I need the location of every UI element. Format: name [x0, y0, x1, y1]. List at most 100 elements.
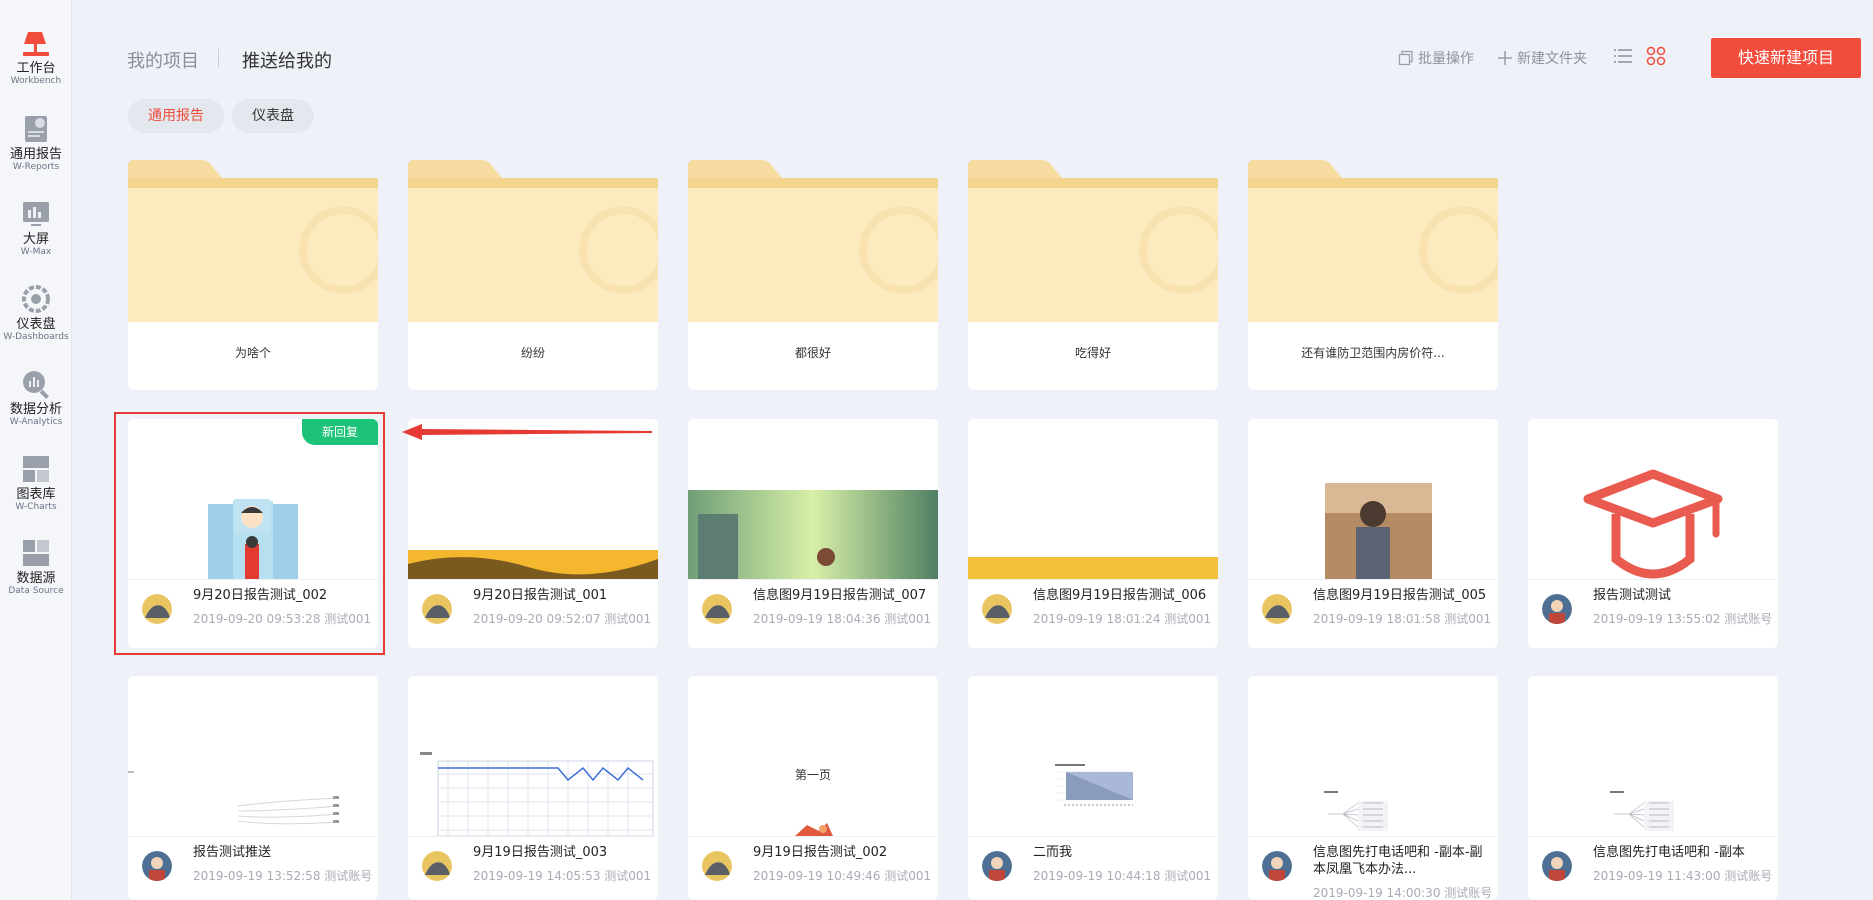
- project-card[interactable]: 二而我 2019-09-19 10:44:18 测试001: [968, 676, 1218, 900]
- sidebar-item-big-screen[interactable]: 大屏 W-Max: [0, 197, 72, 258]
- batch-operation-button[interactable]: 批量操作: [1398, 48, 1474, 68]
- folder-icon: [688, 160, 938, 322]
- plus-icon: [1498, 51, 1512, 65]
- card-title: 二而我: [1033, 845, 1073, 860]
- project-card[interactable]: 信息图9月19日报告测试_007 2019-09-19 18:04:36 测试0…: [688, 419, 938, 648]
- card-thumbnail: [408, 676, 658, 836]
- card-footer: 9月20日报告测试_001 2019-09-20 09:52:07 测试001: [408, 579, 658, 626]
- card-thumbnail: [1528, 676, 1778, 836]
- sidebar-item-sub: W-Max: [20, 247, 52, 257]
- grid-view-icon[interactable]: [1646, 46, 1666, 66]
- project-card[interactable]: 信息图先打电话吧和 -副本 2019-09-19 11:43:00 测试账号: [1528, 676, 1778, 900]
- card-footer: 报告测试推送 2019-09-19 13:52:58 测试账号: [128, 836, 378, 883]
- card-title: 9月19日报告测试_003: [473, 845, 608, 860]
- card-meta: 2019-09-19 18:04:36 测试001: [753, 612, 932, 626]
- card-footer: 信息图9月19日报告测试_007 2019-09-19 18:04:36 测试0…: [688, 579, 938, 626]
- card-footer: 信息图先打电话吧和 -副本 2019-09-19 11:43:00 测试账号: [1528, 836, 1778, 883]
- card-meta: 2019-09-20 09:53:28 测试001: [193, 612, 372, 626]
- sidebar-item-label: 工作台: [16, 61, 56, 76]
- folder-card[interactable]: 为啥个: [128, 160, 378, 390]
- sidebar-item-data-source[interactable]: 数据源 Data Source: [0, 536, 72, 597]
- card-title: 信息图9月19日报告测试_005: [1313, 588, 1487, 603]
- list-view-icon[interactable]: [1613, 46, 1633, 66]
- sidebar-item-sub: Data Source: [8, 586, 64, 596]
- folder-card[interactable]: 纷纷: [408, 160, 658, 390]
- avatar: [1262, 851, 1292, 881]
- new-folder-label: 新建文件夹: [1517, 51, 1587, 67]
- new-reply-badge: 新回复: [302, 419, 378, 445]
- project-card[interactable]: 报告测试推送 2019-09-19 13:52:58 测试账号: [128, 676, 378, 900]
- folder-name: 纷纷: [408, 322, 658, 390]
- card-title: 9月20日报告测试_002: [193, 588, 328, 603]
- card-footer: 9月19日报告测试_003 2019-09-19 14:05:53 测试001: [408, 836, 658, 883]
- filter-dashboards[interactable]: 仪表盘: [232, 99, 314, 133]
- thumbnail-page-label: 第一页: [794, 768, 831, 782]
- sidebar-item-charts[interactable]: 图表库 W-Charts: [0, 452, 72, 513]
- folder-name: 吃得好: [968, 322, 1218, 390]
- project-card[interactable]: 信息图先打电话吧和 -副本-副本凤凰飞本办法... 2019-09-19 14:…: [1248, 676, 1498, 900]
- project-card[interactable]: 9月20日报告测试_001 2019-09-20 09:52:07 测试001: [408, 419, 658, 648]
- card-footer: 9月19日报告测试_002 2019-09-19 10:49:46 测试001: [688, 836, 938, 883]
- card-meta: 2019-09-19 10:44:18 测试001: [1033, 869, 1212, 883]
- card-thumbnail: [1248, 419, 1498, 579]
- quick-new-project-button[interactable]: 快速新建项目: [1711, 38, 1861, 78]
- folder-card[interactable]: 都很好: [688, 160, 938, 390]
- tab-divider: [218, 49, 219, 67]
- avatar: [1542, 851, 1572, 881]
- card-title: 信息图先打电话吧和 -副本-副本凤凰飞本办法...: [1313, 845, 1483, 877]
- sidebar: 工作台 Workbench 通用报告 W-Reports 大屏 W-Max 仪表…: [0, 0, 72, 900]
- avatar: [982, 851, 1012, 881]
- sidebar-item-analytics[interactable]: 数据分析 W-Analytics: [0, 367, 72, 428]
- project-card[interactable]: 新回复 9月20日报告测试_002 2019-09-20 09:53:28 测试…: [128, 419, 378, 648]
- sidebar-item-label: 大屏: [22, 232, 49, 247]
- sidebar-item-dashboards[interactable]: 仪表盘 W-Dashboards: [0, 282, 72, 343]
- filter-reports[interactable]: 通用报告: [128, 99, 224, 133]
- dashboard-icon: [22, 285, 50, 313]
- report-icon: [25, 116, 47, 142]
- card-thumbnail: 第一页: [688, 676, 938, 836]
- sidebar-item-reports[interactable]: 通用报告 W-Reports: [0, 112, 72, 173]
- card-footer: 信息图9月19日报告测试_006 2019-09-19 18:01:24 测试0…: [968, 579, 1218, 626]
- folder-card[interactable]: 吃得好: [968, 160, 1218, 390]
- project-card[interactable]: 信息图9月19日报告测试_006 2019-09-19 18:01:24 测试0…: [968, 419, 1218, 648]
- project-card[interactable]: 报告测试测试 2019-09-19 13:55:02 测试账号: [1528, 419, 1778, 648]
- card-meta: 2019-09-19 14:05:53 测试001: [473, 869, 652, 883]
- avatar: [702, 594, 732, 624]
- annotation-arrow-icon: [402, 424, 652, 440]
- sidebar-item-sub: W-Reports: [12, 162, 60, 172]
- sidebar-item-label: 仪表盘: [16, 317, 56, 332]
- tab-pushed-to-me[interactable]: 推送给我的: [242, 47, 332, 73]
- project-card[interactable]: 信息图9月19日报告测试_005 2019-09-19 18:01:58 测试0…: [1248, 419, 1498, 648]
- tab-my-projects[interactable]: 我的项目: [127, 47, 199, 73]
- sidebar-item-label: 数据分析: [9, 402, 62, 417]
- card-footer: 信息图先打电话吧和 -副本-副本凤凰飞本办法... 2019-09-19 14:…: [1248, 836, 1498, 900]
- analytics-icon: [23, 371, 49, 399]
- avatar: [1262, 594, 1292, 624]
- folder-icon: [128, 160, 378, 322]
- project-card[interactable]: 9月19日报告测试_003 2019-09-19 14:05:53 测试001: [408, 676, 658, 900]
- thumbnail-illustration: [795, 823, 833, 836]
- card-footer: 二而我 2019-09-19 10:44:18 测试001: [968, 836, 1218, 883]
- workbench-icon: [23, 32, 49, 56]
- card-title: 信息图9月19日报告测试_007: [753, 588, 927, 603]
- card-title: 信息图先打电话吧和 -副本: [1593, 845, 1745, 860]
- card-title: 9月20日报告测试_001: [473, 588, 608, 603]
- card-thumbnail: [688, 419, 938, 579]
- card-thumbnail: [968, 419, 1218, 579]
- avatar: [1542, 594, 1572, 624]
- sidebar-item-sub: W-Charts: [15, 502, 57, 512]
- big-screen-icon: [23, 202, 49, 226]
- card-title: 报告测试推送: [193, 845, 272, 860]
- sidebar-item-workbench[interactable]: 工作台 Workbench: [0, 26, 72, 87]
- sidebar-item-sub: W-Dashboards: [3, 332, 69, 342]
- sidebar-item-label: 数据源: [16, 571, 56, 586]
- project-card[interactable]: 第一页 9月19日报告测试_002 2019-09-19 10:49:46 测试…: [688, 676, 938, 900]
- avatar: [422, 594, 452, 624]
- new-folder-button[interactable]: 新建文件夹: [1497, 48, 1587, 68]
- avatar: [422, 851, 452, 881]
- card-title: 9月19日报告测试_002: [753, 845, 888, 860]
- folder-card[interactable]: 还有谁防卫范围内房价符...: [1248, 160, 1498, 390]
- sidebar-item-label: 图表库: [16, 487, 56, 502]
- avatar: [982, 594, 1012, 624]
- card-footer: 信息图9月19日报告测试_005 2019-09-19 18:01:58 测试0…: [1248, 579, 1498, 626]
